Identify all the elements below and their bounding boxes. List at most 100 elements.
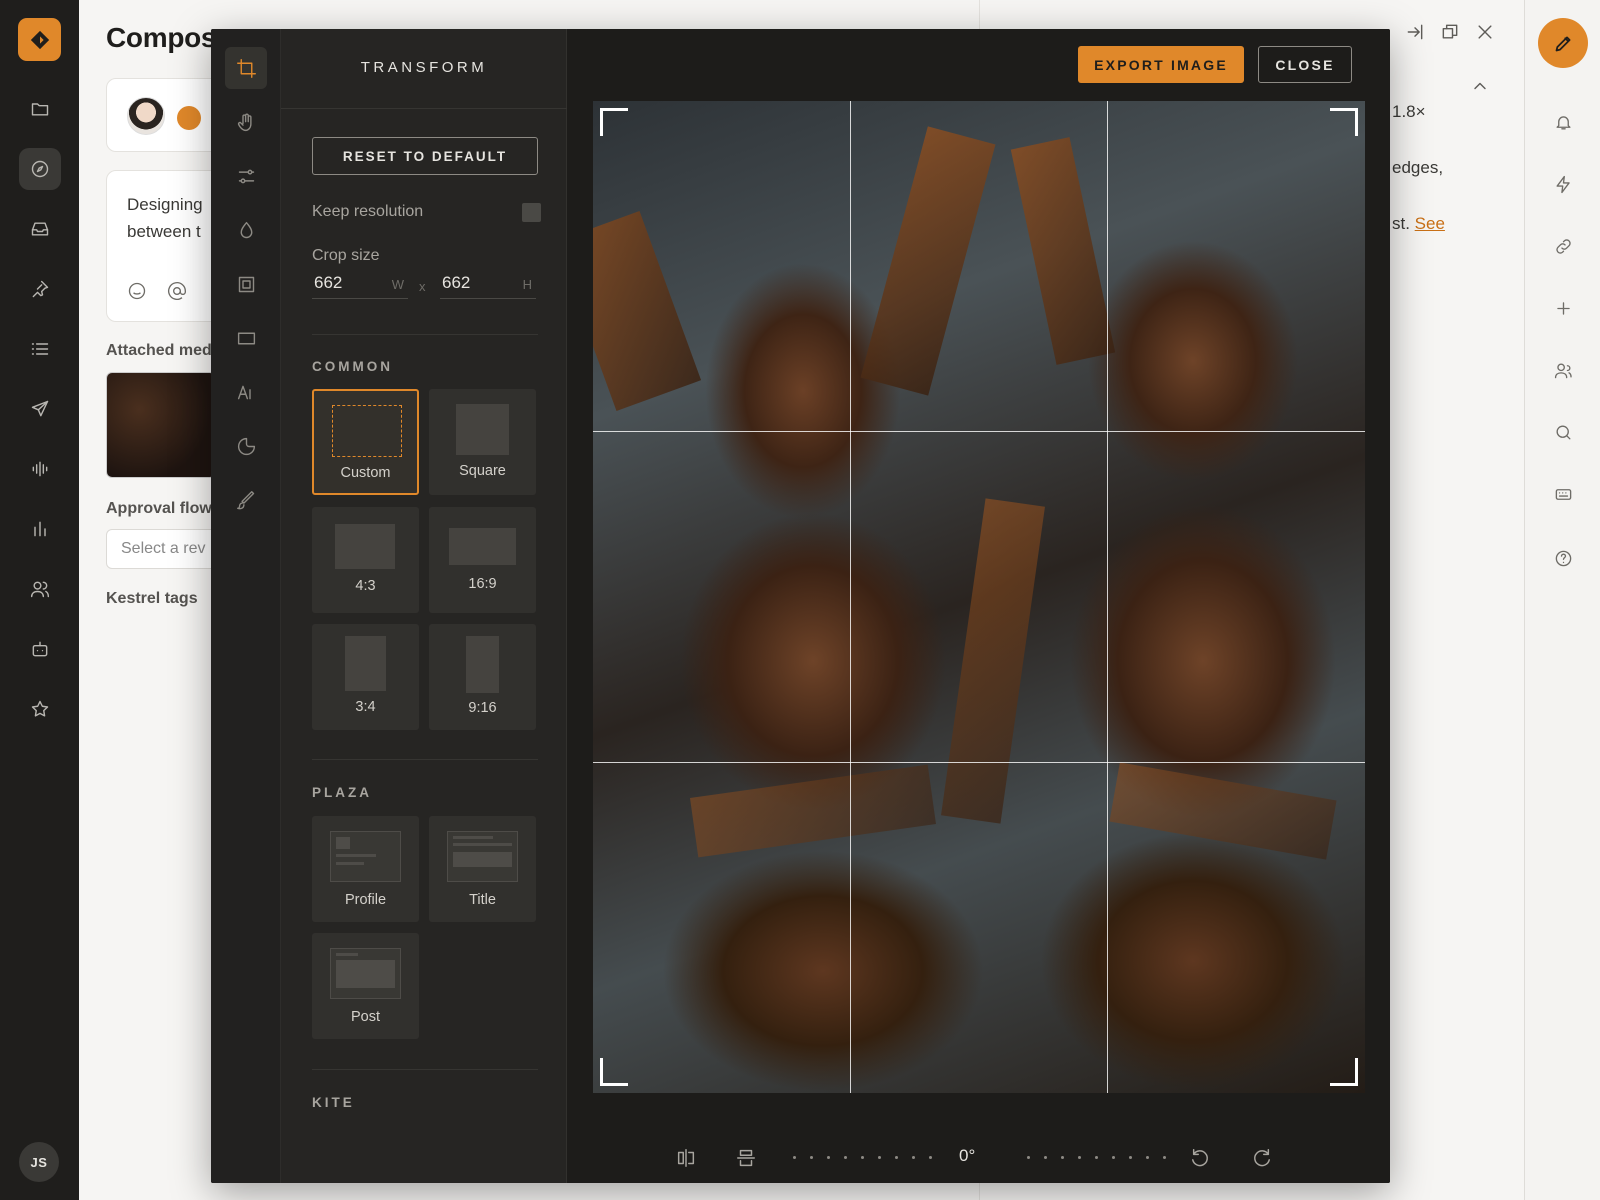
mention-icon[interactable] — [167, 281, 187, 301]
bar-chart-icon[interactable] — [19, 508, 61, 550]
preset-custom[interactable]: Custom — [312, 389, 419, 495]
rotation-toolbar: 0° — [567, 1137, 1390, 1177]
sliders-icon[interactable] — [225, 155, 267, 197]
ratio-9-16-icon — [466, 636, 499, 693]
preset-label: 9:16 — [468, 700, 497, 716]
left-nav: JS — [0, 0, 79, 1200]
preview-line-3: st. — [1392, 214, 1415, 233]
see-link[interactable]: See — [1415, 214, 1445, 233]
coffee-beans-photo[interactable] — [593, 101, 1365, 1093]
keep-resolution-checkbox[interactable] — [522, 203, 541, 222]
preset-square[interactable]: Square — [429, 389, 536, 495]
crop-icon[interactable] — [225, 47, 267, 89]
chevron-up-icon[interactable] — [1470, 76, 1490, 96]
export-image-button[interactable]: EXPORT IMAGE — [1078, 46, 1244, 83]
crop-handle-bottom-left[interactable] — [600, 1058, 628, 1086]
pencil-icon[interactable] — [1538, 18, 1588, 68]
inbox-icon[interactable] — [19, 208, 61, 250]
pin-icon[interactable] — [19, 268, 61, 310]
rotate-right-icon[interactable] — [1250, 1147, 1272, 1169]
ratio-4-3-icon — [335, 524, 395, 569]
rotate-left-icon[interactable] — [1190, 1147, 1212, 1169]
grid-line — [850, 101, 851, 1093]
send-icon[interactable] — [19, 388, 61, 430]
compass-icon[interactable] — [19, 148, 61, 190]
crop-handle-bottom-right[interactable] — [1330, 1058, 1358, 1086]
star-icon[interactable] — [19, 688, 61, 730]
rectangle-icon[interactable] — [225, 317, 267, 359]
drop-icon[interactable] — [225, 209, 267, 251]
bell-icon[interactable] — [1551, 110, 1575, 134]
times-sign: x — [419, 279, 426, 294]
bag-fold — [941, 498, 1045, 824]
waveform-icon[interactable] — [19, 448, 61, 490]
post-template-icon — [330, 948, 401, 999]
grid-line — [593, 431, 1365, 432]
preset-label: Custom — [340, 465, 391, 481]
approval-flow-label: Approval flow — [106, 500, 212, 517]
crop-height-input[interactable]: 662 H — [440, 269, 536, 299]
flip-vertical-icon[interactable] — [735, 1147, 757, 1169]
preset-label: 4:3 — [355, 578, 376, 594]
crop-handle-top-left[interactable] — [600, 108, 628, 136]
brush-icon[interactable] — [225, 479, 267, 521]
user-plus-icon[interactable] — [1551, 358, 1575, 382]
tags-label: Kestrel tags — [106, 590, 198, 607]
bag-fold — [593, 211, 702, 411]
text-icon[interactable] — [225, 371, 267, 413]
panel-divider — [281, 108, 567, 109]
attached-media-thumbnail[interactable] — [106, 372, 216, 478]
preset-4-3[interactable]: 4:3 — [312, 507, 419, 613]
preset-post[interactable]: Post — [312, 933, 419, 1039]
preset-3-4[interactable]: 3:4 — [312, 624, 419, 730]
ratio-16-9-icon — [449, 528, 516, 565]
rotation-scale-right[interactable] — [1027, 1156, 1166, 1159]
close-editor-button[interactable]: CLOSE — [1258, 46, 1352, 83]
bag-fold — [689, 764, 937, 858]
preset-16-9[interactable]: 16:9 — [429, 507, 536, 613]
list-icon[interactable] — [19, 328, 61, 370]
search-icon[interactable] — [1551, 420, 1575, 444]
grid-line — [593, 762, 1365, 763]
custom-shape-icon — [332, 405, 402, 457]
crop-width-input[interactable]: 662 W — [312, 269, 408, 299]
crop-width-value: 662 — [314, 273, 343, 292]
keyboard-icon[interactable] — [1551, 482, 1575, 506]
expand-icon[interactable] — [1405, 22, 1425, 42]
transform-panel: TRANSFORM RESET TO DEFAULT Keep resoluti… — [281, 29, 567, 1183]
preview-line-1: 1.8× — [1392, 102, 1426, 121]
flip-horizontal-icon[interactable] — [675, 1147, 697, 1169]
plus-icon[interactable] — [1551, 296, 1575, 320]
crop-height-value: 662 — [442, 273, 471, 292]
panel-title: TRANSFORM — [360, 59, 488, 76]
bolt-icon[interactable] — [1551, 172, 1575, 196]
help-icon[interactable] — [1551, 546, 1575, 570]
keep-resolution-label: Keep resolution — [312, 203, 424, 220]
profile-template-icon — [330, 831, 401, 882]
preset-9-16[interactable]: 9:16 — [429, 624, 536, 730]
frame-icon[interactable] — [225, 263, 267, 305]
user-avatar[interactable]: JS — [19, 1142, 59, 1182]
ratio-3-4-icon — [345, 636, 386, 691]
users-icon[interactable] — [19, 568, 61, 610]
bot-icon[interactable] — [19, 628, 61, 670]
rotation-scale-left[interactable] — [793, 1156, 932, 1159]
right-sidebar — [1524, 0, 1600, 1200]
canvas-area: EXPORT IMAGE CLOSE 0° — [567, 29, 1390, 1183]
link-icon[interactable] — [1551, 234, 1575, 258]
crop-handle-top-right[interactable] — [1330, 108, 1358, 136]
preset-title[interactable]: Title — [429, 816, 536, 922]
preset-label: Post — [350, 1009, 380, 1025]
sticker-icon[interactable] — [225, 425, 267, 467]
hand-icon[interactable] — [225, 101, 267, 143]
reset-button[interactable]: RESET TO DEFAULT — [312, 137, 538, 175]
preview-line-2: edges, — [1392, 158, 1444, 177]
duplicate-icon[interactable] — [1440, 22, 1460, 42]
kite-heading: KITE — [312, 1095, 355, 1110]
preset-profile[interactable]: Profile — [312, 816, 419, 922]
folder-icon[interactable] — [19, 88, 61, 130]
diamond-logo-icon[interactable] — [18, 18, 61, 61]
editor-text[interactable]: Designing between t — [127, 191, 203, 245]
emoji-icon[interactable] — [127, 281, 147, 301]
close-panel-icon[interactable] — [1475, 22, 1495, 42]
